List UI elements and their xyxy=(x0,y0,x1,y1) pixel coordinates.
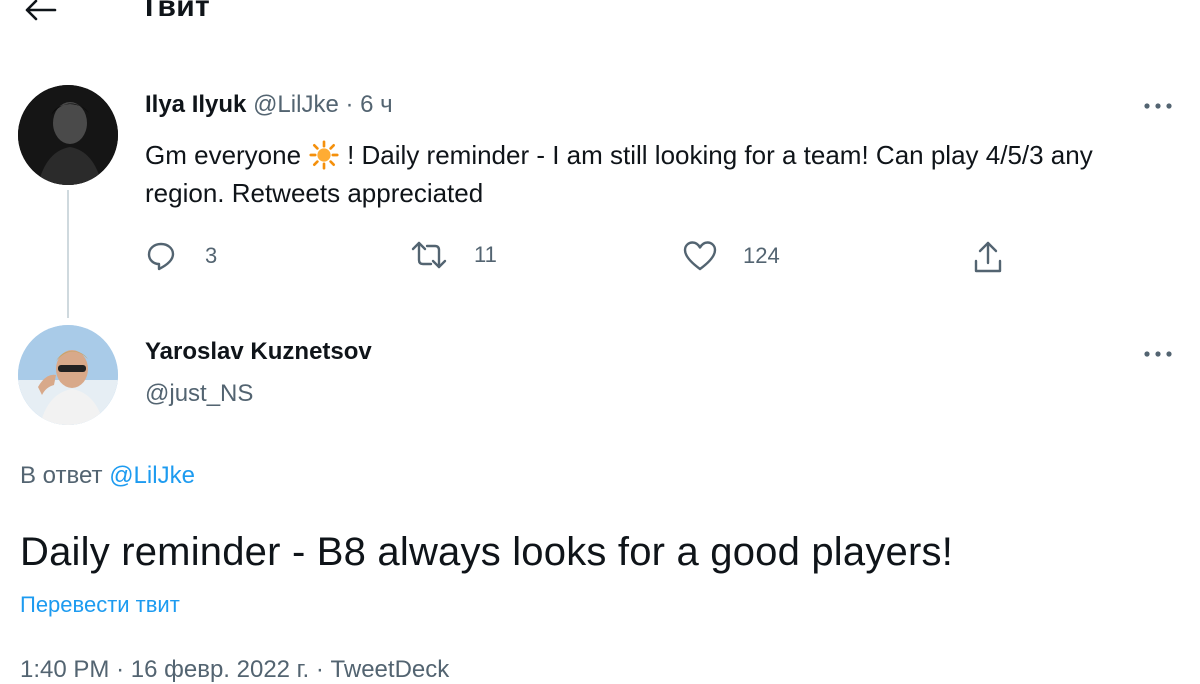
tweet-text: Daily reminder - B8 always looks for a g… xyxy=(20,530,954,574)
more-options-button[interactable] xyxy=(1136,342,1180,366)
user-name[interactable]: Ilya Ilyuk xyxy=(145,91,246,118)
user-name[interactable]: Yaroslav Kuznetsov xyxy=(145,338,372,366)
reply-prefix: В ответ xyxy=(20,462,103,489)
more-options-button[interactable] xyxy=(1136,94,1180,118)
back-button[interactable] xyxy=(18,0,62,28)
separator-dot: · xyxy=(315,656,324,683)
share-button[interactable] xyxy=(972,240,1004,274)
reply-context: В ответ @LilJke xyxy=(20,462,195,490)
tweet-metadata: 1:40 PM · 16 февр. 2022 г. · TweetDeck xyxy=(20,656,449,684)
thread-line xyxy=(67,190,69,318)
reply-icon xyxy=(147,242,175,271)
translate-tweet-link[interactable]: Перевести твит xyxy=(20,592,180,618)
more-icon xyxy=(1144,103,1172,109)
sun-icon xyxy=(309,140,339,170)
heart-icon xyxy=(683,241,717,271)
user-handle[interactable]: @just_NS xyxy=(145,380,253,408)
tweet-time[interactable]: 6 ч xyxy=(360,91,393,118)
reply-button[interactable]: 3 xyxy=(145,240,217,272)
page-title: Твит xyxy=(140,0,210,23)
avatar[interactable] xyxy=(18,325,118,425)
retweet-count: 11 xyxy=(474,242,497,267)
reply-to-link[interactable]: @LilJke xyxy=(109,462,195,489)
more-icon xyxy=(1144,351,1172,357)
tweet-text: Gm everyone ! Daily reminder - I am stil… xyxy=(145,136,1155,212)
reply-count: 3 xyxy=(205,243,218,268)
retweet-button[interactable]: 11 xyxy=(410,240,497,270)
avatar[interactable] xyxy=(18,85,118,185)
tweet-date-link[interactable]: 16 февр. 2022 г. xyxy=(131,656,309,683)
share-icon xyxy=(974,241,1002,273)
tweet-header: Ilya Ilyuk @LilJke · 6 ч xyxy=(145,91,393,119)
tweet-timestamp-link[interactable]: 1:40 PM xyxy=(20,656,109,683)
tweet-source: TweetDeck xyxy=(330,656,450,683)
like-button[interactable]: 124 xyxy=(683,240,780,272)
tweet-text-part: Gm everyone xyxy=(145,140,302,170)
arrow-left-icon xyxy=(25,0,57,21)
separator-dot: · xyxy=(116,656,125,683)
user-handle[interactable]: @LilJke xyxy=(253,91,339,118)
like-count: 124 xyxy=(743,243,780,268)
retweet-icon xyxy=(411,241,447,269)
separator-dot: · xyxy=(345,91,354,118)
